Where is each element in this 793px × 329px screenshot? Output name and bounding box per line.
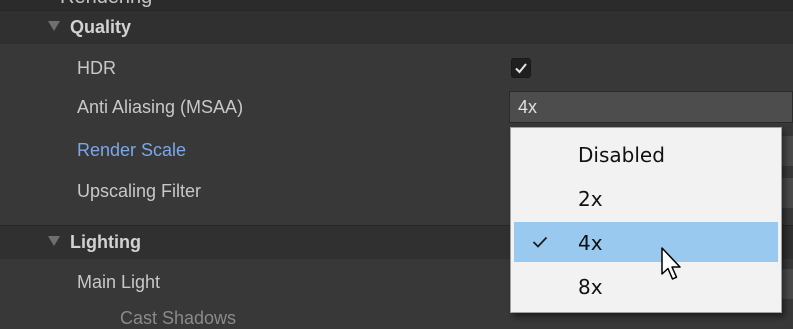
upscaling-filter-field[interactable]	[782, 178, 793, 208]
msaa-dropdown-menu: Disabled 2x 4x 8x	[510, 127, 782, 313]
top-header-strip: Rendering	[0, 0, 793, 10]
main-light-label: Main Light	[77, 272, 161, 292]
menu-item-4x[interactable]: 4x	[514, 222, 778, 262]
quality-foldout-header[interactable]: Quality	[0, 10, 793, 44]
triangle-down-icon	[48, 236, 60, 246]
menu-item-label: 4x	[578, 231, 603, 255]
checkmark-icon	[532, 236, 548, 248]
hdr-checkbox[interactable]	[511, 58, 531, 78]
lighting-section-title: Lighting	[70, 232, 141, 252]
triangle-down-icon	[48, 21, 60, 31]
cast-shadows-label: Cast Shadows	[120, 308, 237, 328]
menu-item-2x[interactable]: 2x	[514, 178, 778, 218]
render-scale-label: Render Scale	[77, 140, 187, 160]
menu-item-label: 2x	[578, 187, 603, 211]
upscaling-filter-label: Upscaling Filter	[77, 181, 202, 201]
mouse-pointer-icon	[661, 247, 681, 280]
hdr-label: HDR	[77, 58, 116, 78]
quality-section-title: Quality	[70, 17, 132, 37]
main-light-field[interactable]	[782, 269, 793, 299]
anti-aliasing-value: 4x	[518, 97, 538, 117]
menu-item-disabled[interactable]: Disabled	[514, 134, 778, 174]
anti-aliasing-dropdown[interactable]: 4x	[509, 91, 793, 123]
menu-item-8x[interactable]: 8x	[514, 266, 778, 306]
menu-item-label: Disabled	[578, 143, 665, 167]
menu-item-label: 8x	[578, 275, 603, 299]
render-scale-field[interactable]	[782, 136, 793, 166]
top-header-text: Rendering	[60, 0, 152, 9]
anti-aliasing-label: Anti Aliasing (MSAA)	[77, 97, 244, 117]
checkmark-icon	[515, 63, 527, 74]
